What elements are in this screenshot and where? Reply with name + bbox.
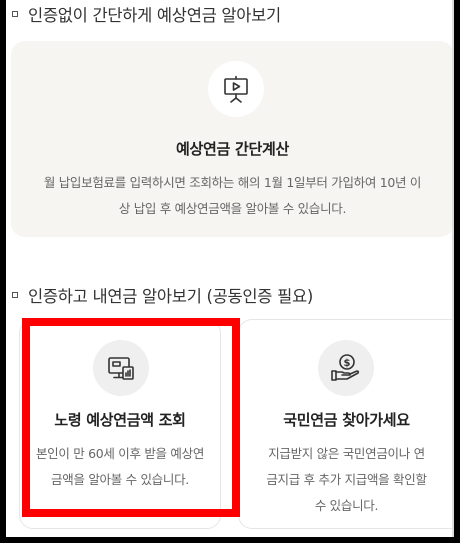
square-bullet-icon [12,11,18,17]
hand-coin-icon: $ [318,340,374,396]
old-age-pension-inquiry-card[interactable]: 노령 예상연금액 조회 본인이 만 60세 이후 받을 예상연 금액을 알아볼 … [19,319,221,529]
card-title: 노령 예상연금액 조회 [54,411,186,429]
desc-line: 상 납입 후 예상연금액을 알아볼 수 있습니다. [118,201,347,216]
section-heading-text: 인증없이 간단하게 예상연금 알아보기 [28,6,281,25]
monitor-chart-icon [93,340,149,396]
section-heading-text: 인증하고 내연금 알아보기 (공동인증 필요) [28,287,314,306]
desc-line: 금액을 알아볼 수 있습니다. [51,472,189,487]
card-description: 월 납입보험료를 입력하시면 조회하는 해의 1월 1일부터 가입하여 10년 … [25,170,440,222]
svg-text:$: $ [344,358,351,369]
square-bullet-icon [12,292,18,298]
section-heading-simple: 인증없이 간단하게 예상연금 알아보기 [6,2,281,26]
card-title: 예상연금 간단계산 [176,140,289,158]
desc-line: 수 있습니다. [314,498,379,513]
desc-line: 금지급 후 추가 지급액을 확인할 [266,472,427,487]
desc-line: 본인이 만 60세 이후 받을 예상연 [35,446,205,461]
desc-line: 지급받지 않은 국민연금이나 연 [268,446,425,461]
pension-inquiry-page: 인증없이 간단하게 예상연금 알아보기 예상연금 간단계산 월 납입보험료를 입… [6,0,454,537]
desc-line: 월 납입보험료를 입력하시면 조회하는 해의 1월 1일부터 가입하여 10년 … [43,175,422,190]
right-edge-divider [452,0,454,537]
find-pension-card[interactable]: $ 국민연금 찾아가세요 지급받지 않은 국민연금이나 연 금지급 후 추가 지… [238,319,454,529]
section-heading-certified: 인증하고 내연금 알아보기 (공동인증 필요) [6,283,313,307]
simple-calculation-card[interactable]: 예상연금 간단계산 월 납입보험료를 입력하시면 조회하는 해의 1월 1일부터… [11,41,454,237]
presentation-board-icon [208,61,264,117]
card-title: 국민연금 찾아가세요 [283,411,410,429]
card-description: 지급받지 않은 국민연금이나 연 금지급 후 추가 지급액을 확인할 수 있습니… [247,441,446,519]
card-description: 본인이 만 60세 이후 받을 예상연 금액을 알아볼 수 있습니다. [28,441,212,493]
